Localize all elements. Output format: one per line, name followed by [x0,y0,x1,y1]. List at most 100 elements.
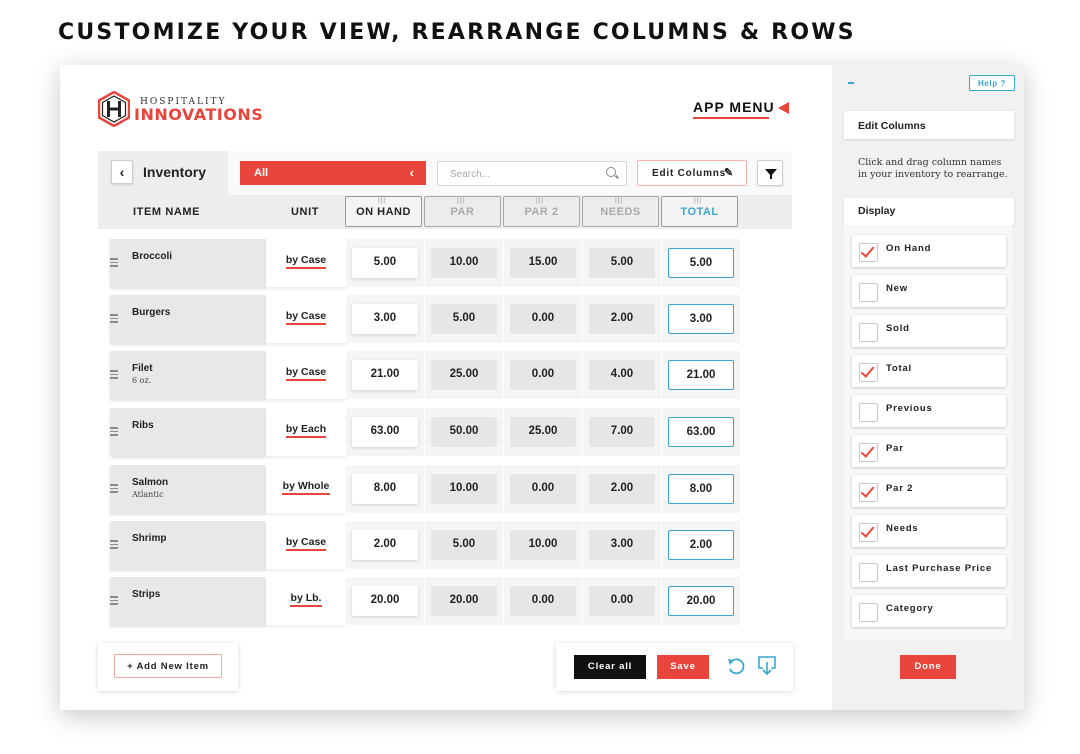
par-cell: 5.00 [425,521,503,569]
on-hand-input[interactable]: 63.00 [352,417,418,447]
unit-cell[interactable]: by Case [266,351,346,399]
table-row[interactable]: Burgers by Case 3.00 5.00 0.00 2.00 3.00 [110,295,774,343]
needs-value: 5.00 [589,248,655,278]
search-input[interactable]: Search... [437,161,627,186]
display-option-par-2[interactable]: Par 2 [852,475,1006,507]
download-icon[interactable] [757,655,777,677]
drag-handle-icon[interactable] [110,427,118,438]
display-option-on-hand[interactable]: On Hand [852,235,1006,267]
back-button[interactable]: ‹ [111,160,133,184]
edit-columns-button[interactable]: Edit Columns ✎ [637,160,747,186]
on-hand-input[interactable]: 8.00 [352,474,418,504]
item-name: Broccoli [132,251,173,262]
unit-value: by Case [285,536,327,548]
table-row[interactable]: Filet 6 oz. by Case 21.00 25.00 0.00 4.0… [110,351,774,399]
unit-cell[interactable]: by Each [266,408,346,456]
display-option-label: On Hand [886,243,932,254]
on-hand-input[interactable]: 3.00 [352,304,418,334]
column-header-par[interactable]: ||| PAR [424,196,501,227]
display-option-par[interactable]: Par [852,435,1006,467]
on-hand-cell: 5.00 [346,239,424,287]
table-row[interactable]: Strips by Lb. 20.00 20.00 0.00 0.00 20.0… [110,577,774,625]
logo-line-2: INNOVATIONS [134,105,264,124]
table-row[interactable]: Shrimp by Case 2.00 5.00 10.00 3.00 2.00 [110,521,774,569]
display-option-label: Category [886,603,934,614]
column-header-par-label: PAR [450,206,475,218]
unit-value: by Case [285,310,327,322]
drag-handle-icon[interactable] [110,370,118,381]
on-hand-input[interactable]: 21.00 [352,360,418,390]
unit-cell[interactable]: by Case [266,295,346,343]
undo-icon[interactable] [726,656,746,676]
item-name: Salmon [132,477,169,488]
display-option-total[interactable]: Total [852,355,1006,387]
drag-handle-icon[interactable] [110,540,118,551]
done-button[interactable]: Done [900,655,956,679]
par-2-cell: 15.00 [504,239,582,287]
checkbox-checked[interactable] [859,523,878,542]
display-option-last-purchase-price[interactable]: Last Purchase Price [852,555,1006,587]
table-row[interactable]: Ribs by Each 63.00 50.00 25.00 7.00 63.0… [110,408,774,456]
column-header-on-hand[interactable]: ||| ON HAND [345,196,422,227]
total-value: 21.00 [668,360,734,390]
checkbox-unchecked[interactable] [859,603,878,622]
save-button[interactable]: Save [657,655,709,679]
category-dropdown[interactable]: All ‹ [240,161,426,185]
checkbox-checked[interactable] [859,483,878,502]
unit-cell[interactable]: by Case [266,239,346,287]
on-hand-input[interactable]: 2.00 [352,530,418,560]
unit-cell[interactable]: by Lb. [266,577,346,625]
drag-handle-icon[interactable] [110,484,118,495]
drag-handle-icon[interactable] [110,314,118,325]
app-menu-link[interactable]: APP MENU [693,99,775,115]
unit-cell[interactable]: by Whole [266,465,346,513]
search-placeholder: Search... [450,169,491,180]
table-row[interactable]: Broccoli by Case 5.00 10.00 15.00 5.00 5… [110,239,774,287]
help-button[interactable]: Help ? [969,75,1015,91]
add-item-bar: + Add New Item [98,643,238,691]
par-2-cell: 10.00 [504,521,582,569]
display-option-new[interactable]: New [852,275,1006,307]
checkbox-unchecked[interactable] [859,403,878,422]
drag-handle-icon[interactable] [110,596,118,607]
checkbox-checked[interactable] [859,363,878,382]
logo-hex-icon [98,91,130,127]
app-menu-arrow-icon[interactable] [778,102,789,114]
clear-all-button[interactable]: Clear all [574,655,646,679]
checkbox-checked[interactable] [859,243,878,262]
total-value: 5.00 [668,248,734,278]
display-option-needs[interactable]: Needs [852,515,1006,547]
checkbox-checked[interactable] [859,443,878,462]
drag-handle-icon[interactable] [110,258,118,269]
drag-handle-icon[interactable]: ||| [615,198,623,204]
table-row[interactable]: Salmon Atlantic by Whole 8.00 10.00 0.00… [110,465,774,513]
par-2-cell: 0.00 [504,577,582,625]
on-hand-input[interactable]: 20.00 [352,586,418,616]
checkbox-unchecked[interactable] [859,323,878,342]
column-header-needs[interactable]: ||| NEEDS [582,196,659,227]
par-cell: 25.00 [425,351,503,399]
checkbox-unchecked[interactable] [859,283,878,302]
drag-handle-icon[interactable]: ||| [457,198,465,204]
display-option-previous[interactable]: Previous [852,395,1006,427]
unit-cell[interactable]: by Case [266,521,346,569]
action-bar: Clear all Save [556,643,793,691]
add-new-item-button[interactable]: + Add New Item [114,654,222,678]
minimize-icon[interactable] [848,82,854,84]
column-header-total[interactable]: ||| TOTAL [661,196,738,227]
total-cell: 2.00 [662,521,740,569]
drag-handle-icon[interactable]: ||| [536,198,544,204]
par-value: 25.00 [431,360,497,390]
display-option-category[interactable]: Category [852,595,1006,627]
column-header-par-2[interactable]: ||| PAR 2 [503,196,580,227]
column-header-unit: UNIT [291,206,320,218]
display-option-sold[interactable]: Sold [852,315,1006,347]
drag-handle-icon[interactable]: ||| [378,198,386,204]
par-cell: 5.00 [425,295,503,343]
needs-cell: 5.00 [583,239,661,287]
filter-button[interactable] [757,160,783,186]
checkbox-unchecked[interactable] [859,563,878,582]
display-options-list: On Hand New Sold Total Previous Par Par … [844,225,1012,641]
on-hand-input[interactable]: 5.00 [352,248,418,278]
drag-handle-icon[interactable]: ||| [694,198,702,204]
